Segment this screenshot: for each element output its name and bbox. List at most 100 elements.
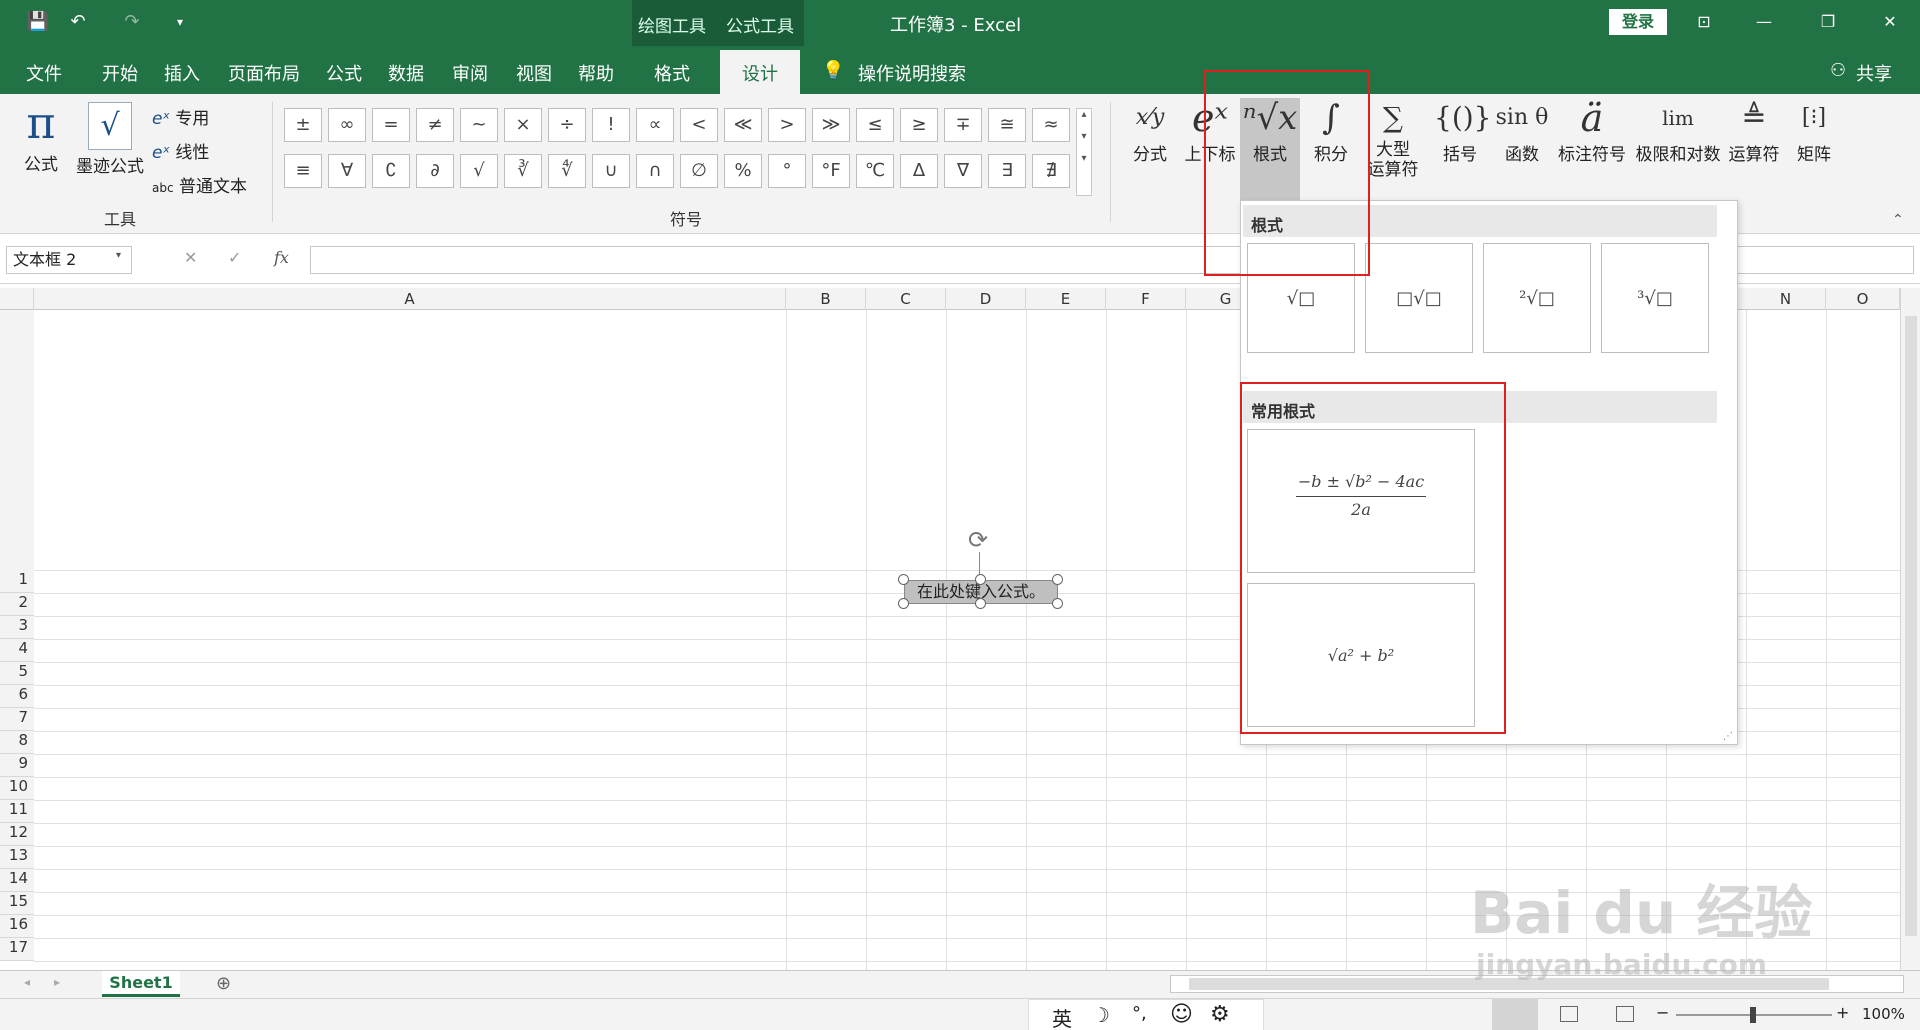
- symbol-button[interactable]: ∀: [328, 154, 366, 188]
- column-header-e[interactable]: E: [1026, 288, 1106, 310]
- vertical-scroll-thumb[interactable]: [1905, 316, 1917, 936]
- column-header-n[interactable]: N: [1746, 288, 1826, 310]
- tab-home[interactable]: 开始: [102, 60, 138, 86]
- symbol-button[interactable]: ∩: [636, 154, 674, 188]
- accent-button[interactable]: ä 标注符号: [1552, 98, 1632, 165]
- row-header[interactable]: 14: [0, 869, 34, 892]
- symbol-button[interactable]: ∄: [1032, 154, 1070, 188]
- tab-format[interactable]: 格式: [654, 60, 690, 86]
- login-button[interactable]: 登录: [1609, 9, 1667, 35]
- symbol-button[interactable]: ∓: [944, 108, 982, 142]
- symbol-button[interactable]: ∁: [372, 154, 410, 188]
- nth-root-item[interactable]: □√□: [1365, 243, 1473, 353]
- close-icon[interactable]: ✕: [1870, 8, 1910, 36]
- symbol-button[interactable]: ∜: [548, 154, 586, 188]
- sheet-nav-prev-icon[interactable]: ◂: [24, 975, 30, 989]
- symbol-button[interactable]: ÷: [548, 108, 586, 142]
- symbol-button[interactable]: =: [372, 108, 410, 142]
- zoom-in-button[interactable]: +: [1836, 1003, 1849, 1022]
- symbol-button[interactable]: ℃: [856, 154, 894, 188]
- resize-handle[interactable]: [1052, 574, 1063, 585]
- function-button[interactable]: sin θ 函数: [1494, 98, 1550, 165]
- column-header-c[interactable]: C: [866, 288, 946, 310]
- symbol-button[interactable]: ≫: [812, 108, 850, 142]
- row-header[interactable]: 3: [0, 616, 34, 639]
- symbol-button[interactable]: ≪: [724, 108, 762, 142]
- sheet-nav-next-icon[interactable]: ▸: [54, 975, 60, 989]
- resize-handle[interactable]: [975, 598, 986, 609]
- matrix-button[interactable]: [⁝] 矩阵: [1788, 98, 1840, 165]
- bracket-button[interactable]: {()} 括号: [1434, 98, 1491, 165]
- zoom-level[interactable]: 100%: [1862, 1005, 1905, 1023]
- symbol-button[interactable]: ×: [504, 108, 542, 142]
- column-header-o[interactable]: O: [1826, 288, 1900, 310]
- degree-2-root-item[interactable]: ²√□: [1483, 243, 1591, 353]
- row-header[interactable]: 5: [0, 662, 34, 685]
- undo-icon[interactable]: ↶: [64, 8, 92, 36]
- row-header[interactable]: 15: [0, 892, 34, 915]
- settings-icon[interactable]: ⚙: [1210, 1002, 1230, 1027]
- row-header[interactable]: 6: [0, 685, 34, 708]
- row-header[interactable]: 9: [0, 754, 34, 777]
- symbol-button[interactable]: ∝: [636, 108, 674, 142]
- symbol-button[interactable]: ∃: [988, 154, 1026, 188]
- symbol-button[interactable]: ≡: [284, 154, 322, 188]
- customize-qat-icon[interactable]: ▾: [166, 8, 194, 36]
- resize-handle[interactable]: [898, 574, 909, 585]
- row-header[interactable]: 8: [0, 731, 34, 754]
- punctuation-icon[interactable]: °,: [1132, 1003, 1147, 1024]
- row-header[interactable]: 4: [0, 639, 34, 662]
- resize-handle[interactable]: [1052, 598, 1063, 609]
- column-header-a[interactable]: A: [34, 288, 786, 310]
- fraction-button[interactable]: x⁄y 分式: [1130, 98, 1170, 165]
- symbol-button[interactable]: ≤: [856, 108, 894, 142]
- tab-page-layout[interactable]: 页面布局: [228, 60, 300, 86]
- ime-language[interactable]: 英: [1052, 1003, 1072, 1030]
- page-break-view-icon[interactable]: [1616, 1006, 1634, 1022]
- symbol-button[interactable]: ≠: [416, 108, 454, 142]
- page-layout-view-icon[interactable]: [1560, 1006, 1578, 1022]
- symbol-button[interactable]: >: [768, 108, 806, 142]
- large-operator-button[interactable]: ∑ 大型 运算符: [1362, 98, 1424, 180]
- row-header[interactable]: 13: [0, 846, 34, 869]
- symbol-button[interactable]: ∆: [900, 154, 938, 188]
- row-header[interactable]: 10: [0, 777, 34, 800]
- normal-text-button[interactable]: abc 普通文本: [152, 172, 247, 197]
- symbol-button[interactable]: ∅: [680, 154, 718, 188]
- tab-file[interactable]: 文件: [26, 60, 62, 86]
- row-header[interactable]: 2: [0, 593, 34, 616]
- enter-icon[interactable]: ✓: [228, 248, 241, 267]
- tab-data[interactable]: 数据: [388, 60, 424, 86]
- column-header-d[interactable]: D: [946, 288, 1026, 310]
- name-box[interactable]: 文本框 2: [6, 246, 132, 274]
- symbol-button[interactable]: ∛: [504, 154, 542, 188]
- professional-button[interactable]: eˣ 专用: [152, 104, 209, 129]
- symbol-button[interactable]: ≥: [900, 108, 938, 142]
- row-header[interactable]: 17: [0, 938, 34, 961]
- save-icon[interactable]: 💾: [24, 8, 52, 36]
- equation-button[interactable]: π 公式: [14, 100, 68, 176]
- row-header[interactable]: 7: [0, 708, 34, 731]
- cancel-icon[interactable]: ✕: [184, 248, 197, 267]
- symbol-button[interactable]: ∪: [592, 154, 630, 188]
- symbol-button[interactable]: !: [592, 108, 630, 142]
- resize-handle[interactable]: [975, 574, 986, 585]
- symbol-button[interactable]: °F: [812, 154, 850, 188]
- zoom-slider-thumb[interactable]: [1750, 1007, 1756, 1023]
- zoom-out-button[interactable]: −: [1656, 1003, 1669, 1022]
- symbols-scroll[interactable]: ▴ ▾ ▾: [1076, 108, 1092, 196]
- row-header[interactable]: 11: [0, 800, 34, 823]
- tell-me-search[interactable]: 操作说明搜索: [858, 60, 966, 86]
- sheet-tab-sheet1[interactable]: Sheet1: [102, 971, 180, 997]
- add-sheet-icon[interactable]: ⊕: [216, 973, 231, 994]
- symbol-button[interactable]: %: [724, 154, 762, 188]
- operator-button[interactable]: ≜ 运算符: [1726, 98, 1782, 165]
- emoji-icon[interactable]: ☺: [1170, 1002, 1193, 1027]
- symbol-button[interactable]: ≈: [1032, 108, 1070, 142]
- symbol-button[interactable]: ∞: [328, 108, 366, 142]
- tab-help[interactable]: 帮助: [578, 60, 614, 86]
- ink-equation-button[interactable]: √ 墨迹公式: [74, 102, 146, 177]
- tab-view[interactable]: 视图: [516, 60, 552, 86]
- row-header[interactable]: 1: [0, 310, 34, 593]
- symbol-button[interactable]: √: [460, 154, 498, 188]
